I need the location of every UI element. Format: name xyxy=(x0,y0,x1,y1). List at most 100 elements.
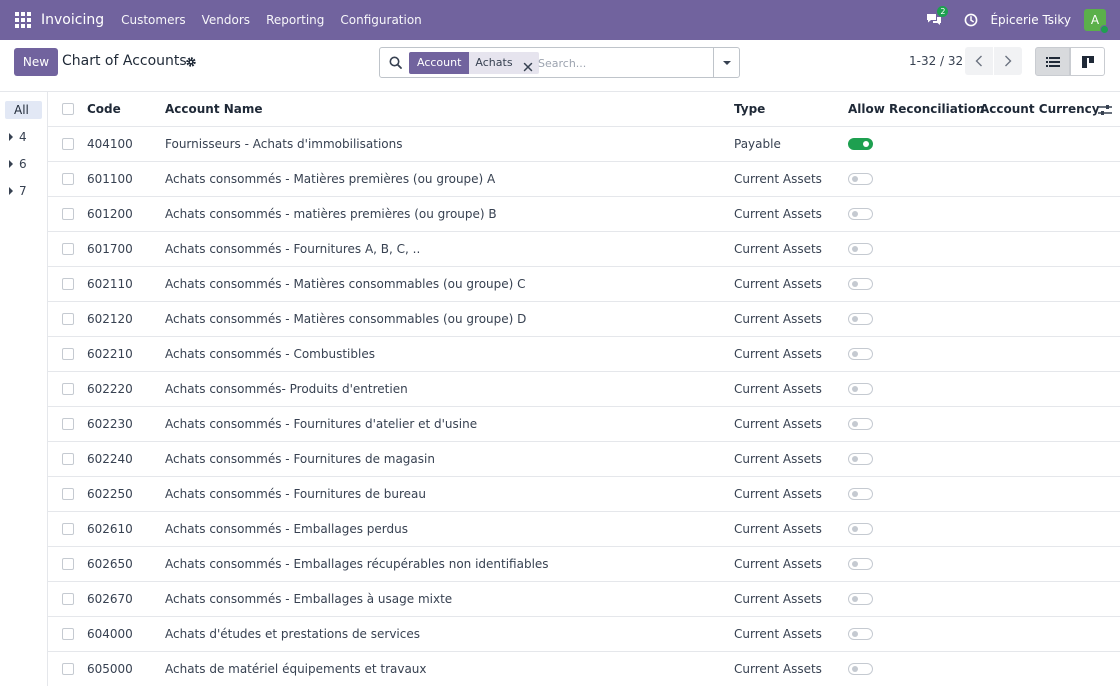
kanban-view-button[interactable] xyxy=(1070,47,1105,76)
presence-status-icon xyxy=(1100,25,1109,34)
reconcile-toggle[interactable] xyxy=(848,348,873,360)
group-label: 7 xyxy=(19,184,27,198)
reconcile-toggle[interactable] xyxy=(848,243,873,255)
row-checkbox[interactable] xyxy=(62,383,74,395)
reconcile-toggle[interactable] xyxy=(848,208,873,220)
table-row[interactable]: 404100 Fournisseurs - Achats d'immobilisa… xyxy=(48,127,1120,162)
facet-remove-icon[interactable] xyxy=(523,58,533,72)
table-row[interactable]: 601700 Achats consommés - Fournitures A, … xyxy=(48,232,1120,267)
menu-configuration[interactable]: Configuration xyxy=(332,0,429,40)
account-type: Current Assets xyxy=(734,592,822,606)
account-code: 601700 xyxy=(87,242,133,256)
app-name[interactable]: Invoicing xyxy=(41,12,104,28)
row-checkbox[interactable] xyxy=(62,173,74,185)
group-item[interactable]: 7 xyxy=(9,184,27,198)
row-checkbox[interactable] xyxy=(62,663,74,675)
list-view-button[interactable] xyxy=(1035,47,1070,76)
reconcile-toggle[interactable] xyxy=(848,313,873,325)
pager-previous-button[interactable] xyxy=(965,47,993,75)
user-avatar[interactable]: A xyxy=(1084,9,1109,34)
row-checkbox[interactable] xyxy=(62,138,74,150)
account-name: Achats consommés - Fournitures A, B, C, … xyxy=(165,242,421,256)
row-checkbox[interactable] xyxy=(62,628,74,640)
table-row[interactable]: 602110 Achats consommés - Matières consom… xyxy=(48,267,1120,302)
toggle-knob xyxy=(852,596,858,602)
select-all-checkbox[interactable] xyxy=(62,103,74,115)
account-type: Current Assets xyxy=(734,207,822,221)
search-icon[interactable] xyxy=(389,56,402,69)
table-row[interactable]: 605000 Achats de matériel équipements et … xyxy=(48,652,1120,686)
menu-customers[interactable]: Customers xyxy=(113,0,194,40)
account-type: Current Assets xyxy=(734,627,822,641)
row-checkbox[interactable] xyxy=(62,523,74,535)
row-checkbox[interactable] xyxy=(62,348,74,360)
table-row[interactable]: 602210 Achats consommés - Combustibles Cur… xyxy=(48,337,1120,372)
column-header-type[interactable]: Type xyxy=(734,92,765,127)
control-panel: New Chart of Accounts Account Achats Sea… xyxy=(0,40,1120,92)
reconcile-toggle[interactable] xyxy=(848,138,873,150)
row-checkbox[interactable] xyxy=(62,208,74,220)
company-switcher[interactable]: Épicerie Tsiky xyxy=(990,13,1071,27)
table-row[interactable]: 601100 Achats consommés - Matières premiè… xyxy=(48,162,1120,197)
reconcile-toggle[interactable] xyxy=(848,663,873,675)
reconcile-toggle[interactable] xyxy=(848,488,873,500)
account-type: Current Assets xyxy=(734,557,822,571)
group-label: 4 xyxy=(19,130,27,144)
reconcile-toggle[interactable] xyxy=(848,628,873,640)
activity-clock-icon[interactable] xyxy=(964,13,978,27)
new-button[interactable]: New xyxy=(14,48,58,76)
group-all[interactable]: All xyxy=(5,101,42,119)
row-checkbox[interactable] xyxy=(62,243,74,255)
account-code: 602250 xyxy=(87,487,133,501)
search-input[interactable] xyxy=(538,53,708,73)
account-name: Achats consommés - Matières consommables… xyxy=(165,277,526,291)
table-row[interactable]: 602240 Achats consommés - Fournitures de … xyxy=(48,442,1120,477)
table-row[interactable]: 602250 Achats consommés - Fournitures de … xyxy=(48,477,1120,512)
pager-next-button[interactable] xyxy=(994,47,1022,75)
column-header-name[interactable]: Account Name xyxy=(165,92,263,127)
apps-menu-icon[interactable] xyxy=(15,12,31,28)
table-row[interactable]: 602650 Achats consommés - Emballages récu… xyxy=(48,547,1120,582)
account-name: Achats consommés - matières premières (o… xyxy=(165,207,497,221)
pager-value[interactable]: 1-32 / 32 xyxy=(909,54,963,68)
column-header-currency[interactable]: Account Currency xyxy=(980,92,1100,127)
column-header-code[interactable]: Code xyxy=(87,92,121,127)
table-row[interactable]: 604000 Achats d'études et prestations de … xyxy=(48,617,1120,652)
row-checkbox[interactable] xyxy=(62,418,74,430)
row-checkbox[interactable] xyxy=(62,593,74,605)
messaging-icon[interactable]: 2 xyxy=(926,6,949,27)
gear-icon[interactable] xyxy=(185,56,197,68)
reconcile-toggle[interactable] xyxy=(848,278,873,290)
optional-columns-icon[interactable] xyxy=(1098,103,1112,117)
accounts-list: Code Account Name Type Allow Reconciliat… xyxy=(48,92,1120,686)
group-item[interactable]: 4 xyxy=(9,130,27,144)
group-item[interactable]: 6 xyxy=(9,157,27,171)
table-row[interactable]: 602120 Achats consommés - Matières consom… xyxy=(48,302,1120,337)
account-code: 602110 xyxy=(87,277,133,291)
reconcile-toggle[interactable] xyxy=(848,593,873,605)
search-options-toggle[interactable] xyxy=(713,48,739,77)
table-row[interactable]: 602230 Achats consommés - Fournitures d'a… xyxy=(48,407,1120,442)
chevron-right-icon xyxy=(1005,55,1012,67)
column-header-reconcile[interactable]: Allow Reconciliation xyxy=(848,92,985,127)
menu-vendors[interactable]: Vendors xyxy=(194,0,258,40)
row-checkbox[interactable] xyxy=(62,313,74,325)
menu-reporting[interactable]: Reporting xyxy=(258,0,332,40)
table-row[interactable]: 602610 Achats consommés - Emballages perd… xyxy=(48,512,1120,547)
account-code: 604000 xyxy=(87,627,133,641)
row-checkbox[interactable] xyxy=(62,453,74,465)
reconcile-toggle[interactable] xyxy=(848,558,873,570)
table-row[interactable]: 602220 Achats consommés- Produits d'entre… xyxy=(48,372,1120,407)
list-view-icon xyxy=(1045,56,1060,67)
reconcile-toggle[interactable] xyxy=(848,523,873,535)
reconcile-toggle[interactable] xyxy=(848,173,873,185)
reconcile-toggle[interactable] xyxy=(848,453,873,465)
reconcile-toggle[interactable] xyxy=(848,418,873,430)
row-checkbox[interactable] xyxy=(62,488,74,500)
account-name: Achats d'études et prestations de servic… xyxy=(165,627,420,641)
table-row[interactable]: 601200 Achats consommés - matières premiè… xyxy=(48,197,1120,232)
row-checkbox[interactable] xyxy=(62,278,74,290)
table-row[interactable]: 602670 Achats consommés - Emballages à us… xyxy=(48,582,1120,617)
row-checkbox[interactable] xyxy=(62,558,74,570)
reconcile-toggle[interactable] xyxy=(848,383,873,395)
